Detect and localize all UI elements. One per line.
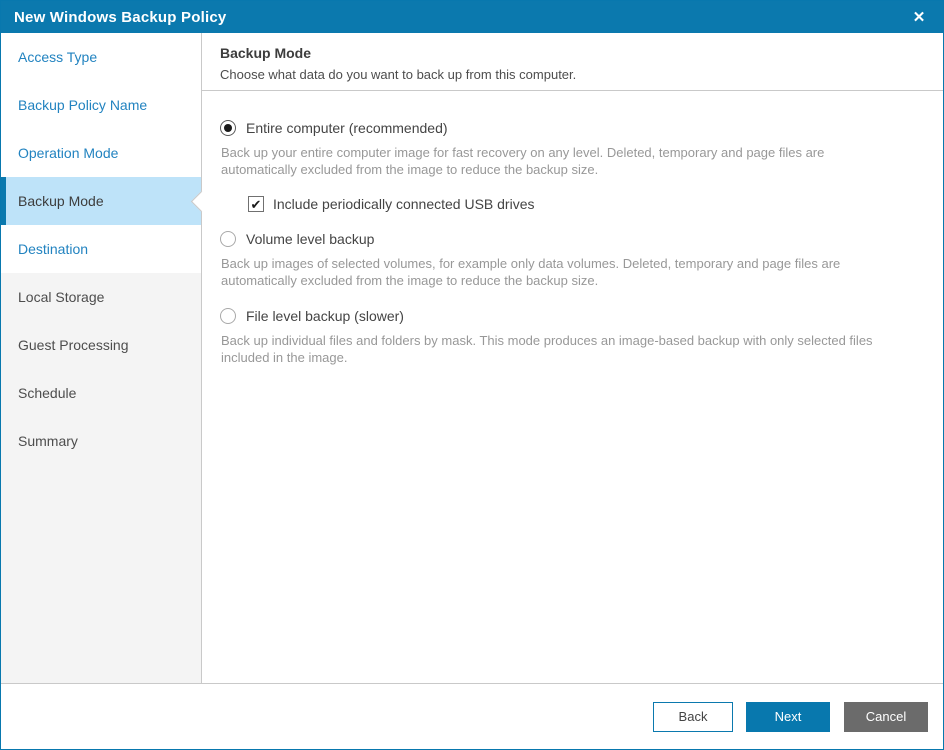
checkbox-include-usb-drives[interactable]: ✔ Include periodically connected USB dri… (248, 196, 923, 212)
backup-mode-options: Entire computer (recommended) Back up yo… (202, 91, 943, 366)
checkbox-checked-icon[interactable]: ✔ (248, 196, 264, 212)
sidebar-item-local-storage: Local Storage (18, 289, 105, 305)
sidebar-item-summary: Summary (18, 433, 78, 449)
sidebar-item-backup-policy-name[interactable]: Backup Policy Name (1, 81, 201, 129)
wizard-steps-sidebar: Access Type Backup Policy Name Operation… (1, 33, 202, 683)
window-title: New Windows Backup Policy (14, 8, 227, 26)
sidebar-item-destination[interactable]: Destination (1, 225, 201, 273)
option-description: Back up individual files and folders by … (221, 333, 873, 365)
option-file-level: File level backup (slower) Back up indiv… (220, 308, 923, 366)
radio-file-level[interactable]: File level backup (slower) (220, 308, 923, 324)
radio-volume-level[interactable]: Volume level backup (220, 231, 923, 247)
option-description: Back up images of selected volumes, for … (221, 256, 841, 288)
radio-label[interactable]: Volume level backup (246, 231, 374, 247)
radio-entire-computer[interactable]: Entire computer (recommended) (220, 120, 923, 136)
sidebar-item-backup-mode[interactable]: Backup Mode (1, 177, 201, 225)
radio-label[interactable]: Entire computer (recommended) (246, 120, 448, 136)
radio-button-icon[interactable] (220, 120, 236, 136)
checkbox-label[interactable]: Include periodically connected USB drive… (273, 196, 534, 212)
next-button[interactable]: Next (746, 701, 830, 732)
cancel-button[interactable]: Cancel (844, 701, 928, 732)
page-title: Backup Mode (220, 45, 312, 61)
sidebar-item-access-type[interactable]: Access Type (1, 33, 201, 81)
option-volume-level: Volume level backup Back up images of se… (220, 231, 923, 289)
titlebar: New Windows Backup Policy ✕ (1, 1, 943, 33)
close-icon[interactable]: ✕ (905, 1, 933, 33)
page-subtitle: Choose what data do you want to back up … (220, 67, 577, 82)
back-button[interactable]: Back (653, 701, 733, 732)
radio-button-icon[interactable] (220, 231, 236, 247)
footer: Back Next Cancel (1, 683, 943, 749)
new-windows-backup-policy-dialog: New Windows Backup Policy ✕ Access Type … (0, 0, 944, 750)
radio-button-icon[interactable] (220, 308, 236, 324)
radio-label[interactable]: File level backup (slower) (246, 308, 404, 324)
main-content: Backup Mode Choose what data do you want… (202, 33, 943, 683)
option-entire-computer: Entire computer (recommended) Back up yo… (220, 120, 923, 212)
content-header: Backup Mode Choose what data do you want… (202, 33, 943, 91)
sidebar-item-schedule: Schedule (18, 385, 77, 401)
dialog-body: Access Type Backup Policy Name Operation… (1, 33, 943, 683)
option-description: Back up your entire computer image for f… (221, 145, 825, 177)
sidebar-item-operation-mode[interactable]: Operation Mode (1, 129, 201, 177)
sidebar-item-guest-processing: Guest Processing (18, 337, 129, 353)
